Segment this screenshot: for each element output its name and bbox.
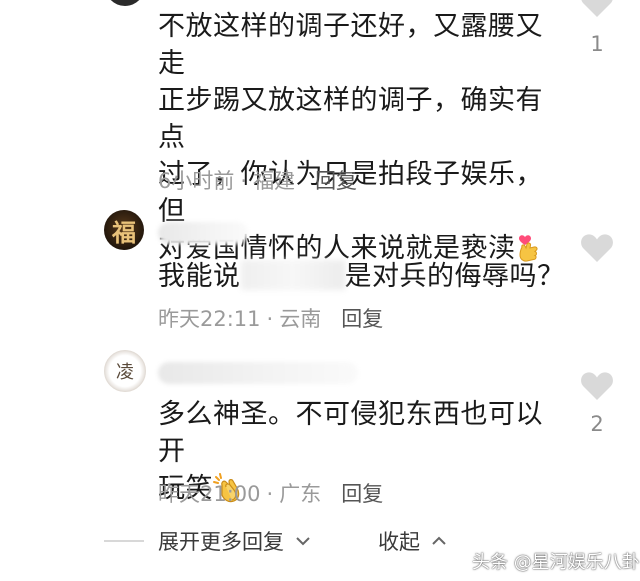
comment-body: 我能说 是对兵的侮辱吗？ <box>158 258 565 295</box>
heart-icon[interactable] <box>580 233 614 263</box>
like-count: 2 <box>590 412 604 436</box>
avatar-glyph: 福 <box>112 217 136 247</box>
comment-time: 6小时前 <box>158 169 235 193</box>
watermark: 头条 @星河娱乐八卦 <box>472 552 640 573</box>
avatar-glyph: 凌 <box>116 362 134 383</box>
collapse-label: 收起 <box>378 530 420 554</box>
divider <box>104 540 144 542</box>
comment-line: 多么神圣。不可侵犯东西也可以开 <box>158 399 543 467</box>
comment-line: 正步踢又放这样的调子，确实有点 <box>158 85 543 153</box>
comment-location: 福建 <box>253 169 296 193</box>
chevron-down-icon <box>295 527 311 551</box>
heart-icon[interactable] <box>580 0 614 18</box>
comment-text-start: 我能说 <box>158 261 241 292</box>
expand-label: 展开更多回复 <box>158 530 284 554</box>
expand-replies-button[interactable]: 展开更多回复 <box>158 526 311 556</box>
avatar[interactable]: 凌 <box>104 350 146 392</box>
comment-location: 云南 <box>279 307 322 331</box>
reply-button[interactable]: 回复 <box>341 482 383 506</box>
heart-icon[interactable] <box>580 371 614 401</box>
comment-time: 昨天22:11 <box>158 307 261 331</box>
reply-button[interactable]: 回复 <box>341 307 383 331</box>
reply-button[interactable]: 回复 <box>315 169 357 193</box>
username-blurred[interactable] <box>158 362 358 384</box>
chevron-up-icon <box>431 527 447 551</box>
comment-text-end: 是对兵的侮辱吗？ <box>344 261 565 292</box>
comment-line: 不放这样的调子还好，又露腰又走 <box>158 11 543 79</box>
avatar[interactable]: 福 <box>104 210 144 250</box>
like-count: 1 <box>590 32 604 56</box>
redacted-text <box>240 260 345 290</box>
comment-time: 昨天21:00 <box>158 482 261 506</box>
comment-location: 广东 <box>279 482 322 506</box>
avatar-top-partial[interactable] <box>105 0 145 6</box>
username-blurred[interactable] <box>158 222 248 244</box>
collapse-replies-button[interactable]: 收起 <box>378 526 447 556</box>
comment-meta: 昨天21:00 · 广东 回复 <box>158 482 384 506</box>
comment-meta: 6小时前 · 福建 回复 <box>158 169 358 193</box>
comment-meta: 昨天22:11 · 云南 回复 <box>158 307 384 331</box>
